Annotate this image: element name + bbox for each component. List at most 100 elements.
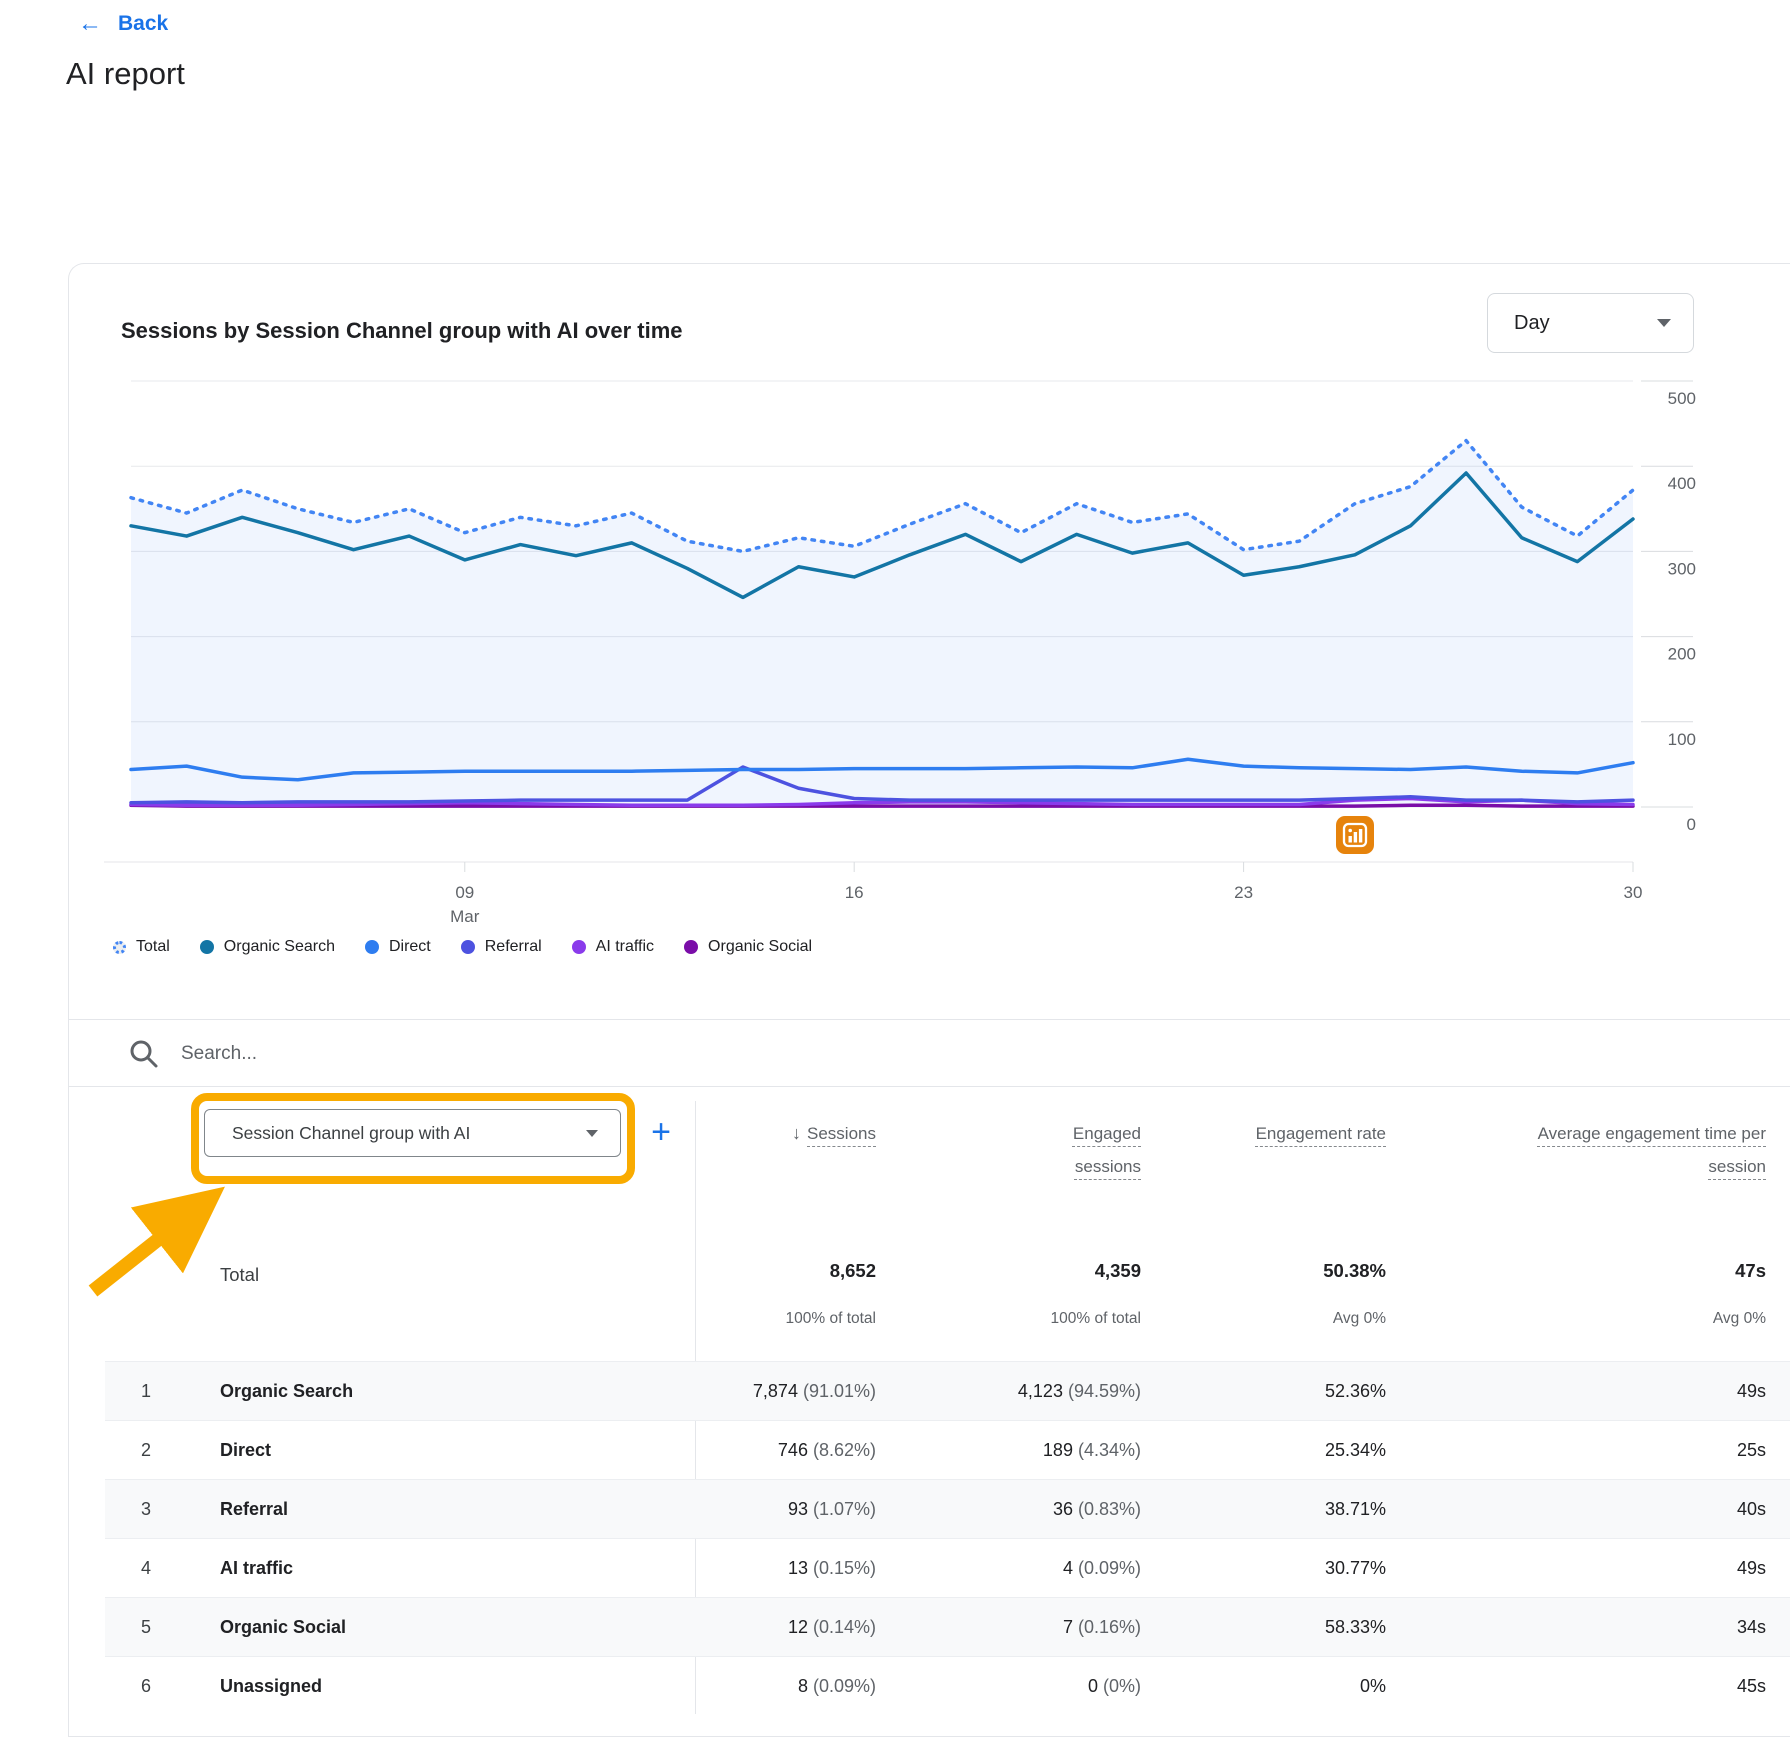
column-header-sessions[interactable]: ↓Sessions <box>676 1117 876 1150</box>
y-axis-label: 400 <box>1668 474 1696 493</box>
series-dot-icon <box>461 940 475 954</box>
sessions-over-time-chart[interactable]: 500400300200100009Mar162330 <box>69 364 1790 984</box>
table-row[interactable]: 3 Referral 93 (1.07%) 36 (0.83%) 38.71% 40s <box>105 1479 1790 1538</box>
row-avg-engagement-time: 45s <box>1496 1657 1766 1716</box>
row-avg-engagement-time: 49s <box>1496 1539 1766 1598</box>
total-engaged-sessions: 4,359 <box>1011 1260 1141 1282</box>
table-body: 1Organic Search7,874 (91.01%)4,123 (94.5… <box>105 1361 1790 1715</box>
y-axis-label: 500 <box>1668 389 1696 408</box>
search-bar <box>69 1019 1790 1087</box>
series-dot-icon <box>200 940 214 954</box>
column-header-engaged-sessions[interactable]: Engaged sessions <box>1011 1117 1141 1183</box>
chevron-down-icon <box>1657 319 1671 327</box>
series-dot-icon <box>572 940 586 954</box>
row-rank: 2 <box>141 1421 151 1480</box>
granularity-value: Day <box>1514 312 1550 335</box>
granularity-select[interactable]: Day <box>1487 293 1694 353</box>
row-engagement-rate: 30.77% <box>1246 1539 1386 1598</box>
x-axis-label: 23 <box>1234 883 1253 902</box>
row-rank: 1 <box>141 1362 151 1421</box>
row-engaged-sessions: 0 (0%) <box>1011 1657 1141 1716</box>
search-input[interactable] <box>181 1034 1081 1074</box>
y-axis-label: 100 <box>1668 730 1696 749</box>
row-engaged-sessions: 4 (0.09%) <box>1011 1539 1141 1598</box>
table-row[interactable]: 5 Organic Social 12 (0.14%) 7 (0.16%) 58.33%… <box>105 1597 1790 1656</box>
dimension-select[interactable]: Session Channel group with AI <box>204 1109 621 1157</box>
row-sessions: 7,874 (91.01%) <box>676 1362 876 1421</box>
chevron-down-icon <box>586 1130 598 1137</box>
legend-label: Referral <box>485 938 542 956</box>
legend-item-referral[interactable]: Referral <box>461 938 542 956</box>
x-axis-label: 30 <box>1624 883 1643 902</box>
column-header-engagement-rate[interactable]: Engagement rate <box>1246 1117 1386 1150</box>
x-axis-label: 09 <box>455 883 474 902</box>
row-sessions: 93 (1.07%) <box>676 1480 876 1539</box>
total-sessions: 8,652 <box>676 1260 876 1282</box>
legend-label: Organic Search <box>224 938 335 956</box>
row-engaged-sessions: 4,123 (94.59%) <box>1011 1362 1141 1421</box>
row-rank: 3 <box>141 1480 151 1539</box>
x-axis-sublabel: Mar <box>450 907 480 926</box>
total-avg-engagement-time: 47s <box>1496 1260 1766 1282</box>
legend-label: Direct <box>389 938 431 956</box>
row-channel-name: Organic Social <box>220 1598 346 1657</box>
row-engagement-rate: 52.36% <box>1246 1362 1386 1421</box>
legend-label: AI traffic <box>596 938 654 956</box>
row-engaged-sessions: 189 (4.34%) <box>1011 1421 1141 1480</box>
row-engaged-sessions: 36 (0.83%) <box>1011 1480 1141 1539</box>
back-label: Back <box>118 12 168 36</box>
total-rate-sub: Avg 0% <box>1246 1310 1386 1328</box>
row-channel-name: Referral <box>220 1480 288 1539</box>
sort-descending-icon: ↓ <box>792 1117 801 1150</box>
back-link[interactable]: ← Back <box>78 12 168 36</box>
chart-title: Sessions by Session Channel group with A… <box>121 318 683 344</box>
x-axis-label: 16 <box>845 883 864 902</box>
legend-item-organic-search[interactable]: Organic Search <box>200 938 335 956</box>
series-dot-icon <box>684 940 698 954</box>
insights-chart-icon[interactable] <box>1336 816 1374 854</box>
row-engagement-rate: 0% <box>1246 1657 1386 1716</box>
row-avg-engagement-time: 25s <box>1496 1421 1766 1480</box>
total-avg-time-sub: Avg 0% <box>1496 1310 1766 1328</box>
total-row-label: Total <box>220 1264 259 1286</box>
legend-label: Total <box>136 938 170 956</box>
row-channel-name: Direct <box>220 1421 271 1480</box>
report-card: Sessions by Session Channel group with A… <box>68 263 1790 1737</box>
row-channel-name: Unassigned <box>220 1657 322 1716</box>
table-row[interactable]: 6 Unassigned 8 (0.09%) 0 (0%) 0% 45s <box>105 1656 1790 1715</box>
chart-legend: Total Organic Search Direct Referral AI traf… <box>113 938 812 956</box>
total-area-fill <box>131 441 1633 807</box>
table-row[interactable]: 1Organic Search7,874 (91.01%)4,123 (94.5… <box>105 1361 1790 1420</box>
y-axis-label: 300 <box>1668 559 1696 578</box>
page-title: AI report <box>66 56 185 92</box>
legend-item-total[interactable]: Total <box>113 938 170 956</box>
row-sessions: 12 (0.14%) <box>676 1598 876 1657</box>
total-engaged-sub: 100% of total <box>1011 1310 1141 1328</box>
row-sessions: 13 (0.15%) <box>676 1539 876 1598</box>
row-rank: 4 <box>141 1539 151 1598</box>
row-engagement-rate: 25.34% <box>1246 1421 1386 1480</box>
legend-label: Organic Social <box>708 938 812 956</box>
dimension-value: Session Channel group with AI <box>232 1123 470 1144</box>
legend-item-direct[interactable]: Direct <box>365 938 431 956</box>
table-row[interactable]: 2Direct746 (8.62%)189 (4.34%)25.34%25s <box>105 1420 1790 1479</box>
row-rank: 6 <box>141 1657 151 1716</box>
row-rank: 5 <box>141 1598 151 1657</box>
row-sessions: 8 (0.09%) <box>676 1657 876 1716</box>
series-dot-icon <box>365 940 379 954</box>
back-arrow-icon: ← <box>78 12 102 36</box>
annotation-arrow <box>69 1164 299 1354</box>
row-avg-engagement-time: 40s <box>1496 1480 1766 1539</box>
y-axis-label: 200 <box>1668 645 1696 664</box>
column-header-avg-engagement-time[interactable]: Average engagement time per session <box>1496 1117 1766 1183</box>
legend-item-organic-social[interactable]: Organic Social <box>684 938 812 956</box>
search-icon <box>127 1037 161 1071</box>
row-channel-name: AI traffic <box>220 1539 293 1598</box>
row-engagement-rate: 58.33% <box>1246 1598 1386 1657</box>
table-row[interactable]: 4 AI traffic 13 (0.15%) 4 (0.09%) 30.77% 49s <box>105 1538 1790 1597</box>
row-avg-engagement-time: 34s <box>1496 1598 1766 1657</box>
row-engagement-rate: 38.71% <box>1246 1480 1386 1539</box>
total-engagement-rate: 50.38% <box>1246 1260 1386 1282</box>
row-engaged-sessions: 7 (0.16%) <box>1011 1598 1141 1657</box>
legend-item-ai-traffic[interactable]: AI traffic <box>572 938 654 956</box>
